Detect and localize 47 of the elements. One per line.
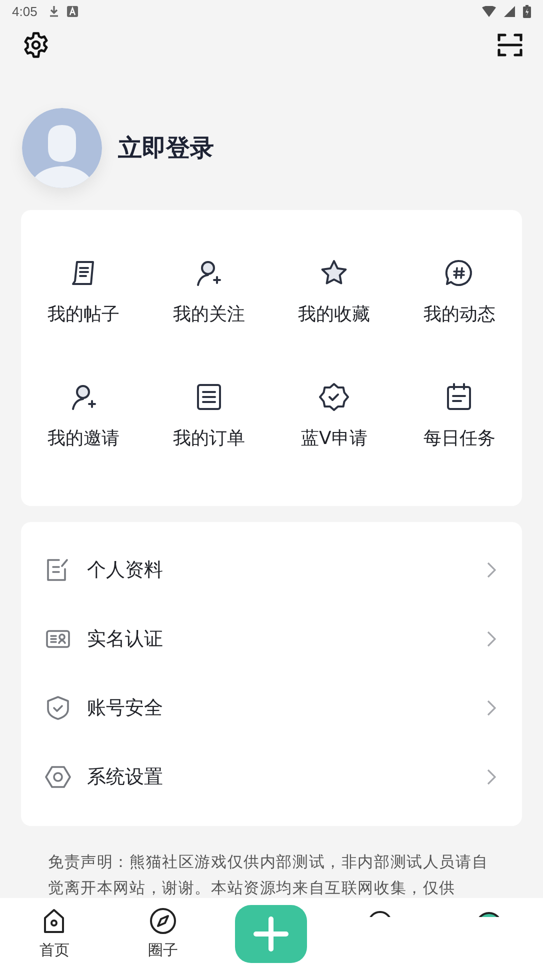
disclaimer-text: 免责声明：熊猫社区游戏仅供内部测试，非内部测试人员请自觉离开本网站，谢谢。本站资源均来自互联网收集，仅供 — [48, 852, 490, 898]
chevron-icon — [487, 631, 496, 648]
menu-item[interactable]: 系统设置 — [21, 742, 522, 812]
nav-tab[interactable]: 圈子 — [108, 898, 218, 960]
status-time: 4:05 — [12, 4, 38, 19]
menu-label: 实名认证 — [87, 627, 164, 652]
shortcut-item[interactable]: 我的动态 — [396, 236, 522, 360]
plus-icon — [253, 916, 290, 952]
shortcut-item[interactable]: 我的订单 — [146, 360, 272, 484]
shortcut-label: 我的动态 — [423, 302, 496, 326]
shortcut-label: 我的订单 — [172, 426, 245, 450]
shortcut-label: 我的收藏 — [298, 302, 370, 326]
shield-icon — [45, 695, 71, 722]
hexagon-icon — [45, 764, 71, 790]
shortcut-item[interactable]: 蓝V申请 — [272, 360, 397, 484]
shortcut-label: 蓝V申请 — [300, 426, 368, 450]
chevron-icon — [487, 562, 496, 578]
nav-tab[interactable]: 首页 — [0, 898, 109, 960]
wifi-icon — [482, 6, 496, 17]
menu-item[interactable]: 账号安全 — [21, 674, 522, 743]
download-icon — [49, 5, 60, 18]
shortcut-item[interactable]: 我的收藏 — [272, 236, 397, 360]
scan-icon[interactable] — [497, 32, 523, 58]
menu-item[interactable]: 实名认证 — [21, 604, 522, 674]
chevron-icon — [487, 769, 496, 786]
shortcut-label: 我的关注 — [172, 302, 245, 326]
shortcut-label: 每日任务 — [423, 426, 496, 450]
signal-icon — [504, 6, 515, 17]
chevron-icon — [487, 700, 496, 716]
shortcut-item[interactable]: 我的关注 — [146, 236, 272, 360]
menu-label: 系统设置 — [87, 765, 164, 790]
shortcut-item[interactable]: 我的帖子 — [21, 236, 146, 360]
shortcut-item[interactable]: 我的邀请 — [21, 360, 146, 484]
shortcut-label: 我的邀请 — [48, 426, 120, 450]
settings-icon[interactable] — [22, 31, 50, 60]
shortcut-item[interactable]: 每日任务 — [396, 360, 522, 484]
login-link[interactable]: 立即登录 — [118, 132, 214, 164]
keyboard-icon — [67, 6, 78, 17]
shortcut-label: 我的帖子 — [48, 302, 120, 326]
battery-icon — [523, 4, 531, 18]
badge-check-icon — [319, 382, 350, 412]
menu-label: 个人资料 — [87, 558, 164, 584]
menu-item[interactable]: 个人资料 — [21, 536, 522, 605]
menu-label: 账号安全 — [87, 696, 164, 722]
compass-icon — [148, 907, 177, 936]
hashtag-icon — [444, 258, 474, 288]
edit-icon — [45, 557, 71, 584]
